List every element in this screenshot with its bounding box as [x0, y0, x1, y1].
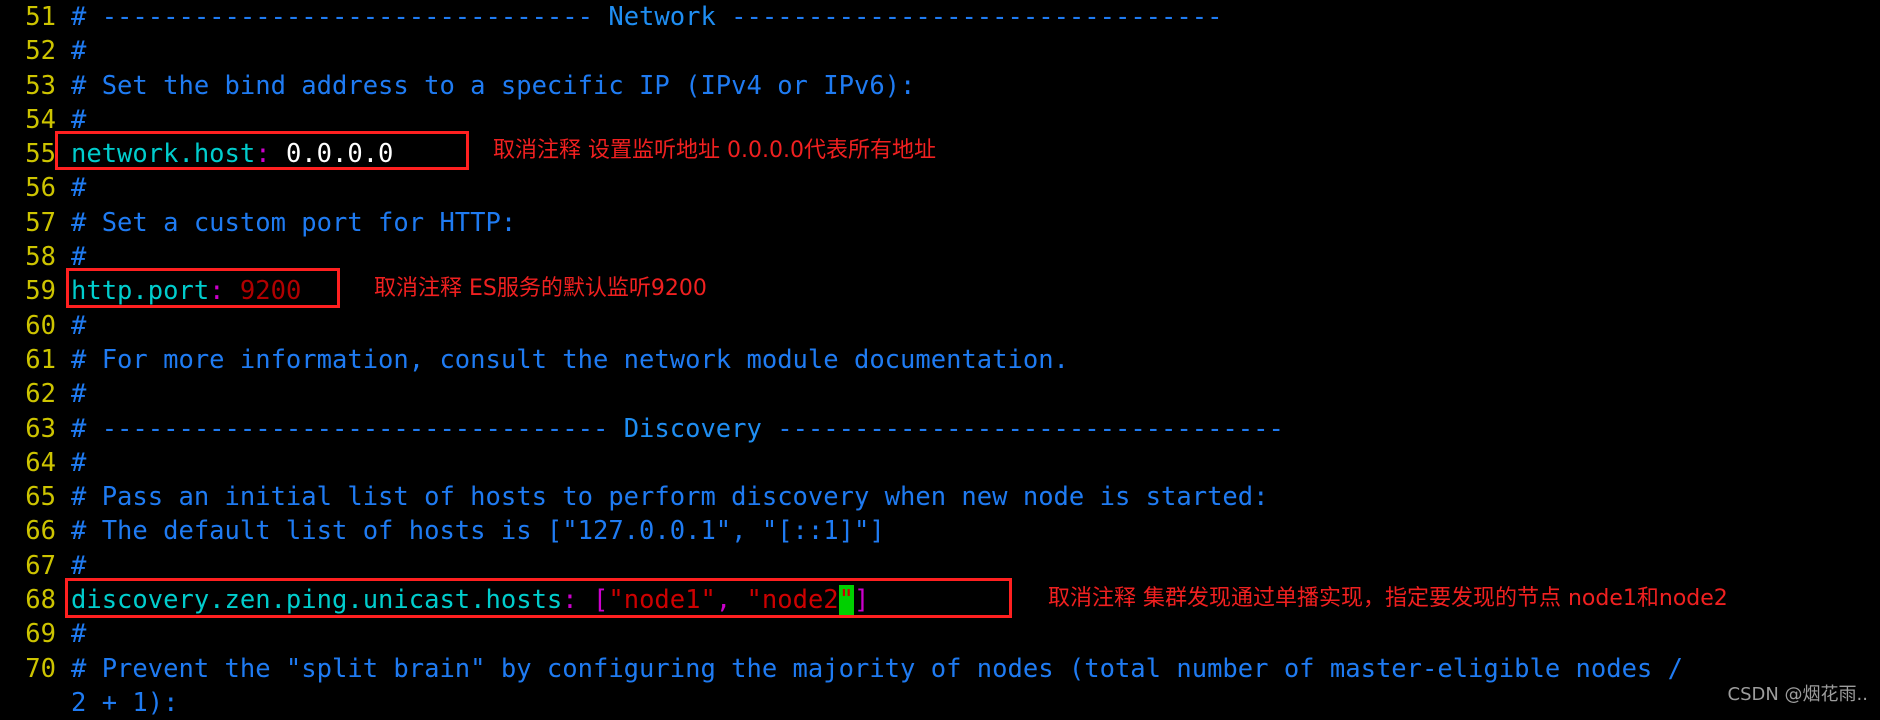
host-value-node2: "node2	[731, 585, 839, 616]
line-content: #	[71, 379, 87, 410]
line-content: #	[71, 310, 87, 341]
annotation-discovery-hosts: 取消注释 集群发现通过单播实现，指定要发现的节点 node1和node2	[1048, 586, 1728, 611]
code-line-55: 55 network.host: 0.0.0.0	[0, 137, 1880, 171]
line-content: # --------------------------------- Disc…	[56, 412, 1284, 446]
comment-dashes-left: # --------------------------------	[71, 2, 609, 32]
line-number: 51	[25, 2, 56, 32]
line-number-placeholder	[0, 686, 56, 720]
config-key-network-host: network.host	[71, 139, 256, 170]
line-content: # The default list of hosts is ["127.0.0…	[71, 516, 885, 547]
colon-separator: :	[255, 139, 271, 170]
code-line-65: 65 # Pass an initial list of hosts to per…	[0, 480, 1880, 514]
line-content: #	[71, 619, 87, 650]
code-line-53: 53 # Set the bind address to a specific I…	[0, 69, 1880, 103]
line-content: # Set the bind address to a specific IP …	[71, 70, 916, 101]
line-content: discovery.zen.ping.unicast.hosts: ["node…	[56, 583, 869, 617]
line-number: 63	[25, 413, 56, 444]
config-key-discovery-hosts: discovery.zen.ping.unicast.hosts	[71, 585, 563, 616]
code-line-70-wrap: 2 + 1):	[0, 686, 1880, 720]
line-content: #	[71, 104, 87, 135]
line-number: 66	[25, 516, 56, 547]
code-line-66: 66 # The default list of hosts is ["127.0…	[0, 514, 1880, 548]
line-content: # -------------------------------- Netwo…	[56, 0, 1222, 34]
line-number: 65	[25, 482, 56, 513]
line-content: #	[71, 550, 87, 581]
line-number: 56	[25, 173, 56, 204]
line-number: 59	[25, 276, 56, 307]
code-line-63: 63 # --------------------------------- Di…	[0, 412, 1880, 446]
colon-separator: :	[562, 585, 578, 616]
section-title-discovery: Discovery	[623, 413, 762, 444]
comment-dashes-right: ---------------------------------	[761, 413, 1284, 444]
line-content: # Pass an initial list of hosts to perfo…	[71, 482, 1269, 513]
line-number: 53	[25, 70, 56, 101]
line-number: 64	[25, 447, 56, 478]
line-number: 67	[25, 550, 56, 581]
line-content: 2 + 1):	[71, 687, 179, 718]
config-value-network-host: 0.0.0.0	[270, 139, 394, 170]
line-number: 62	[25, 379, 56, 410]
line-content: #	[71, 242, 87, 273]
code-line-62: 62 #	[0, 377, 1880, 411]
line-number: 70	[25, 653, 56, 684]
line-content: #	[71, 447, 87, 478]
code-line-67: 67 #	[0, 549, 1880, 583]
config-key-http-port: http.port	[71, 276, 210, 307]
line-number: 58	[25, 242, 56, 273]
code-line-57: 57 # Set a custom port for HTTP:	[0, 206, 1880, 240]
code-line-54: 54 #	[0, 103, 1880, 137]
text-cursor[interactable]: "	[838, 585, 855, 616]
line-number: 54	[25, 104, 56, 135]
line-content: # Prevent the "split brain" by configuri…	[71, 653, 1683, 684]
line-number: 60	[25, 310, 56, 341]
annotation-http-port: 取消注释 ES服务的默认监听9200	[374, 276, 707, 301]
code-line-52: 52 #	[0, 34, 1880, 68]
bracket-open: [	[577, 585, 609, 616]
code-line-58: 58 #	[0, 240, 1880, 274]
line-content: # For more information, consult the netw…	[71, 344, 1069, 375]
comma-separator: ,	[715, 585, 732, 616]
comment-dashes-right: --------------------------------	[715, 2, 1223, 32]
code-line-60: 60 #	[0, 309, 1880, 343]
config-value-http-port: 9200	[224, 276, 302, 307]
line-number: 68	[25, 585, 56, 616]
line-content: network.host: 0.0.0.0	[56, 137, 393, 171]
line-content: #	[71, 173, 87, 204]
line-number: 69	[25, 619, 56, 650]
code-line-51: 51 # -------------------------------- Net…	[0, 0, 1880, 34]
code-line-61: 61 # For more information, consult the ne…	[0, 343, 1880, 377]
line-number: 61	[25, 344, 56, 375]
host-value-node1: "node1"	[608, 585, 716, 616]
section-title-network: Network	[608, 2, 716, 32]
line-content: http.port: 9200	[56, 274, 301, 308]
bracket-close: ]	[854, 585, 870, 616]
terminal-editor-view: 51 # -------------------------------- Net…	[0, 0, 1880, 718]
colon-separator: :	[209, 276, 225, 307]
comment-dashes-left: # ---------------------------------	[71, 413, 624, 444]
line-number: 55	[25, 139, 56, 170]
code-line-69: 69 #	[0, 617, 1880, 651]
line-content: #	[71, 36, 87, 67]
code-line-56: 56 #	[0, 171, 1880, 205]
code-line-70: 70 # Prevent the "split brain" by configu…	[0, 652, 1880, 686]
line-content: # Set a custom port for HTTP:	[71, 207, 517, 238]
csdn-watermark: CSDN @烟花雨..	[1727, 684, 1868, 705]
line-number: 57	[25, 207, 56, 238]
code-line-64: 64 #	[0, 446, 1880, 480]
line-number: 52	[25, 36, 56, 67]
code-line-59: 59 http.port: 9200	[0, 274, 1880, 308]
annotation-network-host: 取消注释 设置监听地址 0.0.0.0代表所有地址	[493, 138, 936, 163]
